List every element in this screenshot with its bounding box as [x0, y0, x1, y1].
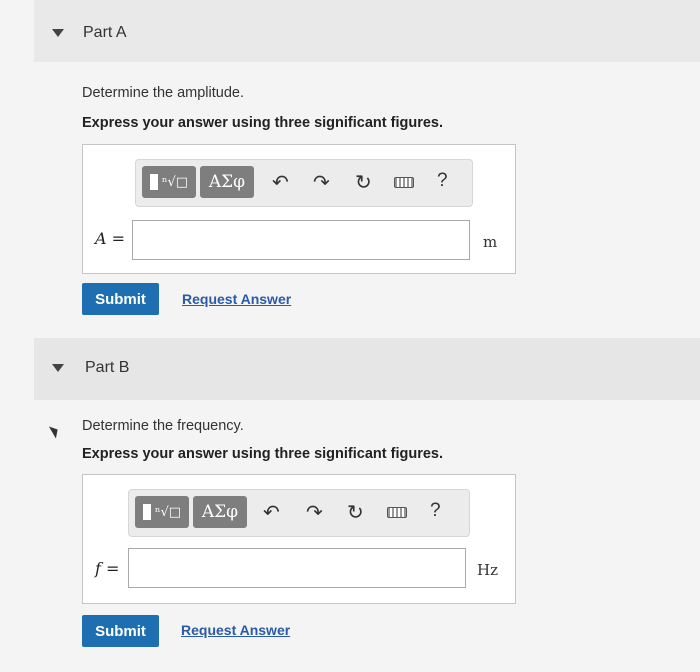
reset-icon[interactable]: ↻: [355, 170, 372, 194]
variable-label: f =: [95, 559, 119, 578]
part-a-question: Determine the amplitude.: [82, 85, 244, 101]
help-button[interactable]: ?: [437, 170, 448, 192]
undo-icon[interactable]: ↶: [263, 500, 280, 524]
request-answer-link[interactable]: Request Answer: [181, 622, 290, 638]
greek-symbols-button[interactable]: ΑΣφ: [200, 166, 254, 198]
help-button[interactable]: ?: [430, 500, 441, 522]
reset-icon[interactable]: ↻: [347, 500, 364, 524]
templates-button[interactable]: ⁿ√□: [142, 166, 196, 198]
part-b-question: Determine the frequency.: [82, 418, 244, 434]
variable-symbol: A: [95, 229, 107, 248]
request-answer-link[interactable]: Request Answer: [182, 291, 291, 307]
equals-sign: =: [111, 229, 126, 248]
math-toolbar: ⁿ√□ ΑΣφ ↶ ↷ ↻ ?: [128, 489, 470, 537]
answer-input[interactable]: [132, 220, 470, 260]
part-b-title: Part B: [85, 359, 130, 376]
mouse-cursor-icon: [48, 423, 62, 439]
unit-label: Hz: [477, 561, 498, 579]
collapse-caret-icon[interactable]: [52, 364, 64, 372]
answer-input[interactable]: [128, 548, 466, 588]
page: Part A Determine the amplitude. Express …: [0, 0, 700, 672]
undo-icon[interactable]: ↶: [272, 170, 289, 194]
math-toolbar: ⁿ√□ ΑΣφ ↶ ↷ ↻ ?: [135, 159, 473, 207]
unit-label: m: [483, 233, 498, 251]
variable-symbol: f: [95, 559, 101, 578]
submit-button[interactable]: Submit: [82, 615, 159, 647]
redo-icon[interactable]: ↷: [306, 500, 323, 524]
part-b-header[interactable]: [34, 338, 700, 400]
part-a-title: Part A: [83, 24, 127, 41]
part-b-answer-box: ⁿ√□ ΑΣφ ↶ ↷ ↻ ? f = Hz: [82, 474, 516, 604]
keyboard-icon[interactable]: [387, 507, 407, 518]
greek-symbols-button[interactable]: ΑΣφ: [193, 496, 247, 528]
part-b-instruction: Express your answer using three signific…: [82, 446, 443, 462]
redo-icon[interactable]: ↷: [313, 170, 330, 194]
submit-button[interactable]: Submit: [82, 283, 159, 315]
templates-button[interactable]: ⁿ√□: [135, 496, 189, 528]
equals-sign: =: [106, 559, 120, 578]
keyboard-icon[interactable]: [394, 177, 414, 188]
part-a-header[interactable]: [34, 0, 700, 62]
variable-label: A =: [95, 229, 125, 248]
collapse-caret-icon[interactable]: [52, 29, 64, 37]
part-a-instruction: Express your answer using three signific…: [82, 115, 443, 131]
part-a-answer-box: ⁿ√□ ΑΣφ ↶ ↷ ↻ ? A = m: [82, 144, 516, 274]
